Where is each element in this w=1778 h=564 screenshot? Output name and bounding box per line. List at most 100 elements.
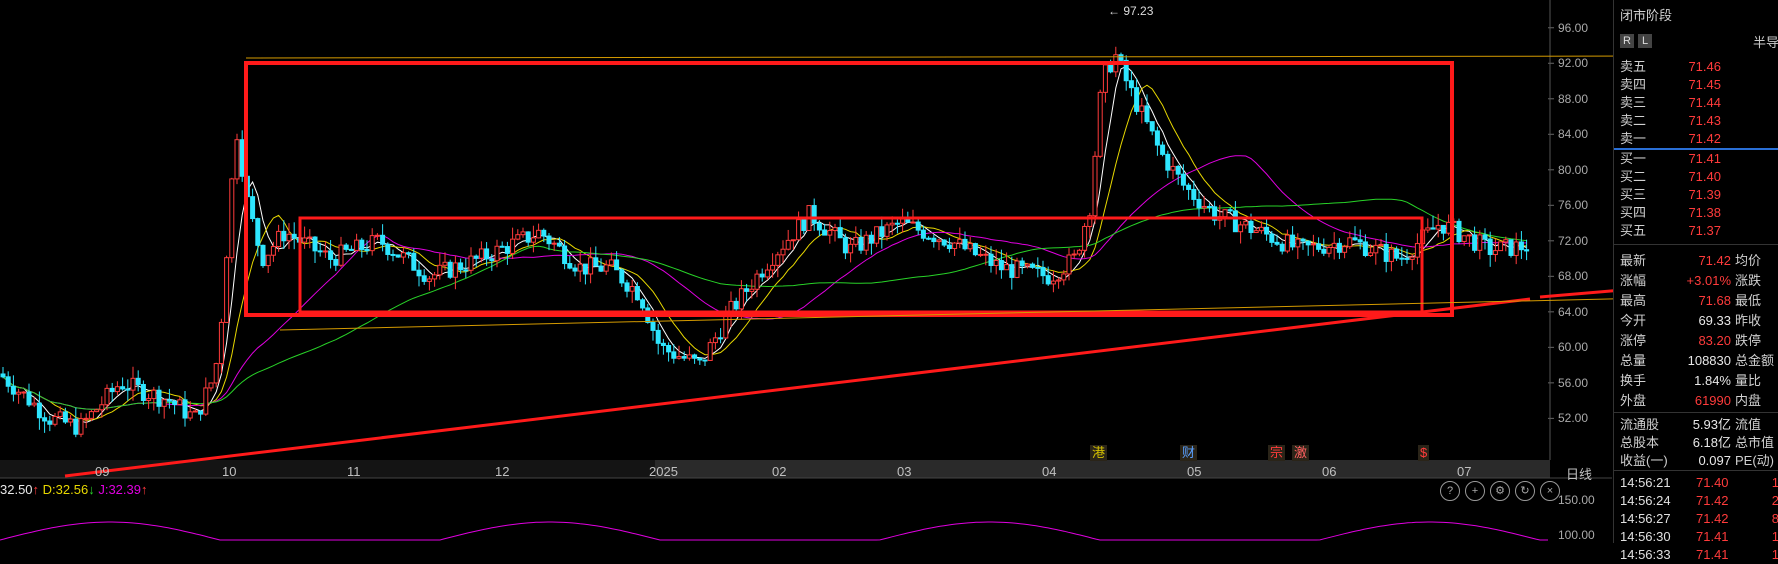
candle-body [676,356,682,359]
buy-level[interactable]: 买五 71.37 [1620,222,1778,240]
candle-body [754,273,760,290]
price-tick: 56.00 [1558,375,1589,390]
candle-body [1440,224,1446,234]
buy-level[interactable]: 买二 71.40 [1620,168,1778,186]
candle-body [432,274,438,280]
candle-body [1472,234,1478,251]
candle-body [421,275,427,282]
candle-body [1373,244,1379,254]
event-tag[interactable]: $ [1418,445,1430,461]
candle-body [588,257,594,275]
event-tag[interactable]: 宗 [1268,445,1286,461]
candle-body [1149,121,1155,132]
candle-body [1014,260,1020,278]
event-tag[interactable]: 财 [1180,445,1198,461]
candle-body [567,263,573,269]
sell-label: 卖一 [1620,131,1647,146]
buy-level[interactable]: 买一 71.41 [1620,150,1778,168]
drawing-annotations [64,55,1745,478]
r-button[interactable]: R [1620,34,1634,48]
sub-tick: 150.00 [1558,493,1595,507]
tick-price: 71.42 [1696,493,1729,508]
candle-body [525,231,531,243]
stat-label-2: 涨跌 [1735,273,1762,288]
tick-time: 14:56:30 [1620,529,1671,544]
candle-body [343,244,349,250]
stat-row: 涨停 83.20 跌停 [1620,332,1778,350]
close-icon[interactable]: × [1540,481,1560,501]
zoom-icon[interactable]: + [1465,481,1485,501]
candle-body [94,409,100,413]
candle-body [614,259,620,271]
candle-body [822,229,828,236]
high-annotation: ← 97.23 [1108,4,1153,18]
high-value: 97.23 [1123,4,1154,18]
candle-body [239,139,245,177]
buy-level[interactable]: 买三 71.39 [1620,186,1778,204]
candle-body [395,254,401,258]
candle-body [234,139,240,180]
candle-body [1009,264,1015,278]
tick-price: 71.41 [1696,547,1729,562]
candle-body [978,253,984,256]
candle-body [473,255,479,259]
candle-body [1399,257,1405,260]
candle-body [988,253,994,266]
sell-level[interactable]: 卖五 71.46 [1620,58,1778,76]
candle-body [452,262,458,278]
sell-level[interactable]: 卖二 71.43 [1620,112,1778,130]
candle-body [478,248,484,259]
candle-body [47,420,53,425]
candle-body [385,243,391,255]
stat-label: 换手 [1620,373,1647,388]
sector-label[interactable]: 半导 [1753,32,1778,51]
sell-level[interactable]: 卖四 71.45 [1620,76,1778,94]
buy-label: 买一 [1620,151,1647,166]
candle-body [1362,241,1368,257]
candle-body [556,242,562,247]
candle-body [406,252,412,255]
buy-label: 买四 [1620,205,1647,220]
event-tag[interactable]: 激 [1292,445,1310,461]
candle-body [307,236,313,239]
candle-body [1056,279,1062,282]
candle-body [931,237,937,243]
stat-value: 71.42 [1698,253,1731,268]
candle-body [1331,242,1337,248]
candle-body [1232,210,1238,233]
event-tag[interactable]: 港 [1090,445,1108,461]
help-icon[interactable]: ? [1440,481,1460,501]
stat-row: 总量 108830 总金额 [1620,352,1778,370]
candle-body [962,238,968,250]
candle-body [437,264,443,276]
candle-body [1316,243,1322,250]
candle-body [775,254,781,266]
stat-row: 换手 1.84% 量比 [1620,372,1778,390]
sell-level[interactable]: 卖三 71.44 [1620,94,1778,112]
candle-body [1492,250,1498,256]
candle-body [686,354,692,359]
kline-chart[interactable] [0,0,1778,543]
period-label[interactable]: 日线 [1566,464,1592,483]
candle-body [832,227,838,232]
l-button[interactable]: L [1638,34,1652,48]
candle-body [868,234,874,244]
kdj-readout: 32.50↑ D:32.56↓ J:32.39↑ [0,482,148,497]
settings-icon[interactable]: ⚙ [1490,481,1510,501]
sell-level[interactable]: 卖一 71.42 [1620,130,1778,148]
candle-body [697,357,703,361]
candle-body [380,234,386,245]
refresh-icon[interactable]: ↻ [1515,481,1535,501]
candle-body [146,398,152,401]
candle-body [619,269,625,284]
stat-label-2: 昨收 [1735,313,1762,328]
buy-level[interactable]: 买四 71.38 [1620,204,1778,222]
price-tick: 84.00 [1558,127,1589,142]
buy-price: 71.37 [1688,223,1721,238]
fund-value: 6.18亿 [1692,435,1731,450]
stat-row: 最高 71.68 最低 [1620,292,1778,310]
candle-body [1336,242,1342,253]
candle-body [718,337,724,340]
candle-body [640,299,646,309]
candle-body [827,230,833,236]
